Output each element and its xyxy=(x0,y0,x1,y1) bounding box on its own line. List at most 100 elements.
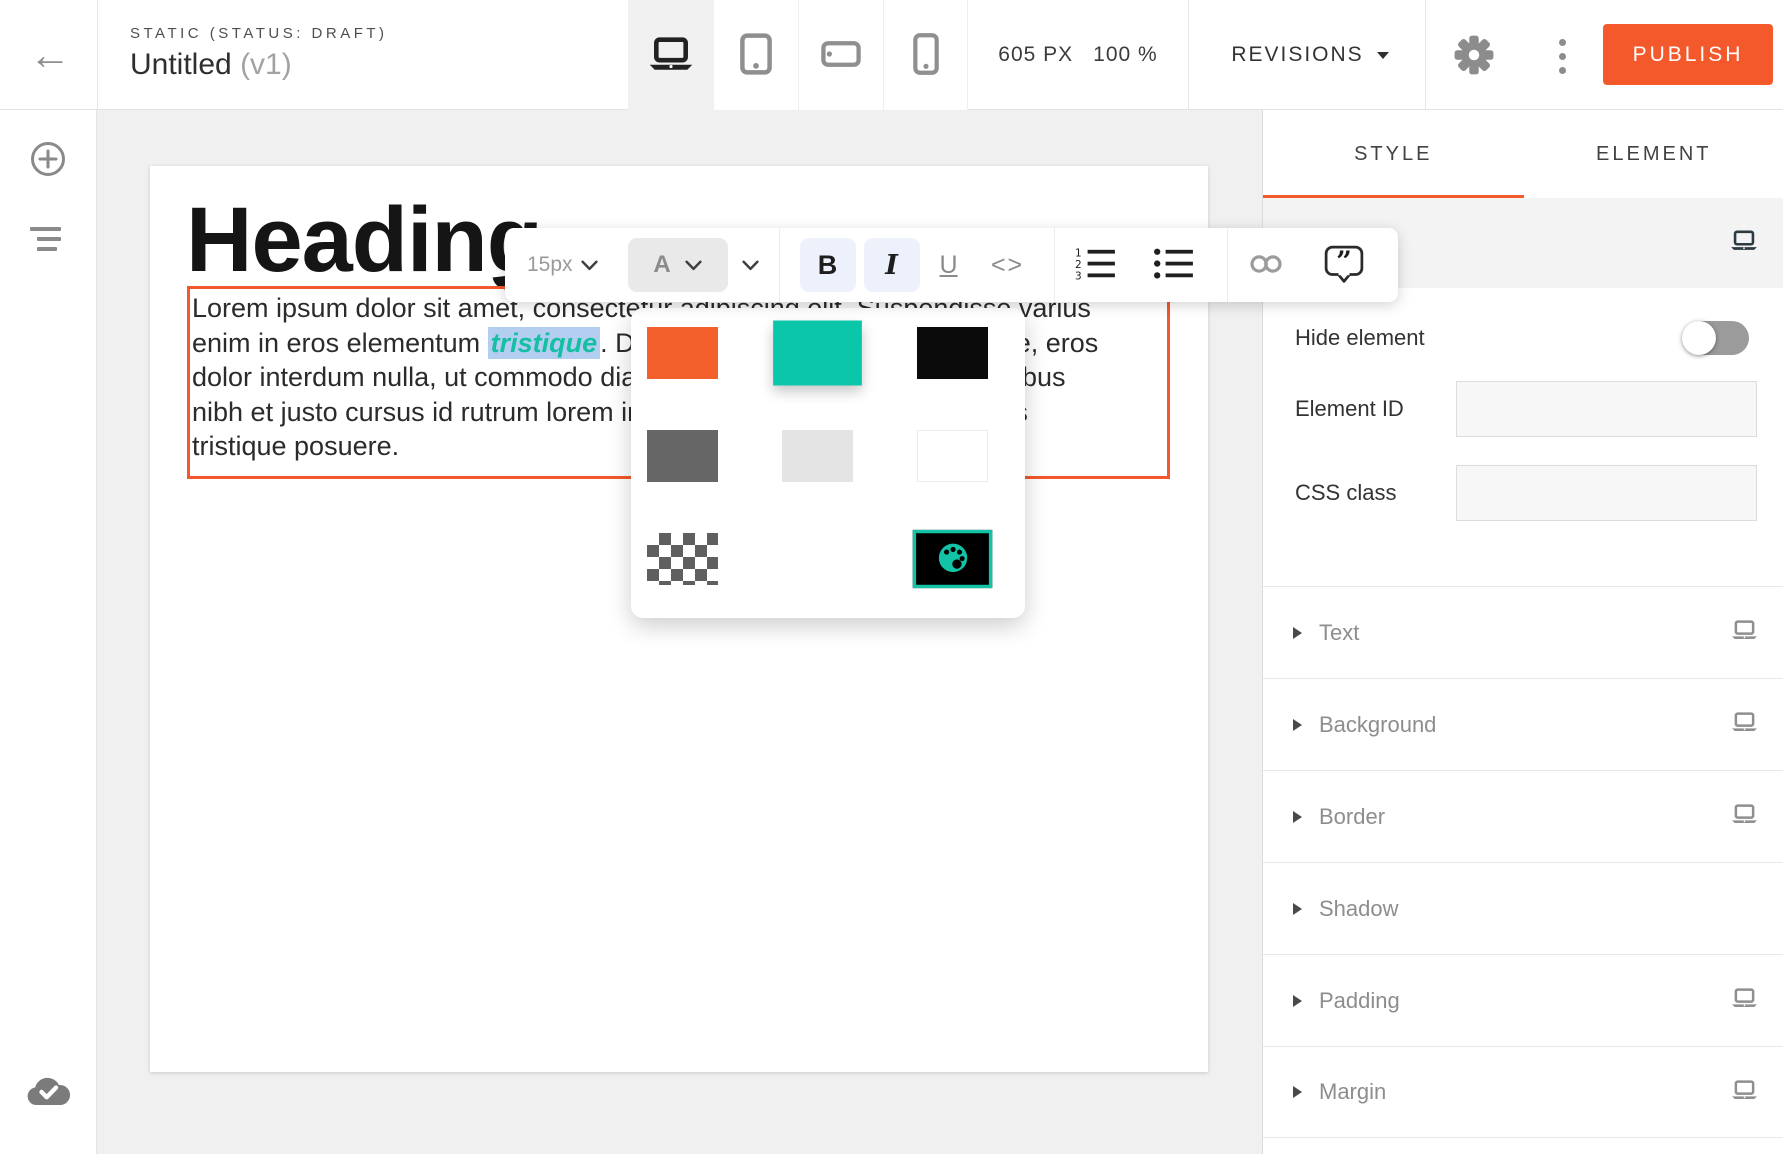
divider xyxy=(1054,228,1055,302)
color-picker-popover xyxy=(631,308,1025,618)
add-element-button[interactable] xyxy=(29,140,67,178)
canvas-size-indicator: 605 PX 100 % xyxy=(968,0,1188,110)
device-tab-desktop[interactable] xyxy=(628,0,713,110)
device-tab-tablet-portrait[interactable] xyxy=(713,0,798,110)
tablet-portrait-icon xyxy=(740,33,772,78)
divider xyxy=(1227,228,1228,302)
empty-cell xyxy=(782,533,853,585)
publish-button[interactable]: PUBLISH xyxy=(1603,24,1773,85)
color-swatch-orange[interactable] xyxy=(647,327,718,379)
heading-element[interactable]: Heading xyxy=(186,190,542,291)
svg-text:1: 1 xyxy=(1075,247,1082,259)
quote-bubble-icon: ” xyxy=(1324,245,1364,286)
text-color-dropdown[interactable]: A xyxy=(628,238,728,292)
link-button[interactable] xyxy=(1248,253,1284,278)
highlighted-word: tristique xyxy=(488,327,601,359)
page-builder-app: ← STATIC (STATUS: DRAFT) Untitled (v1) xyxy=(0,0,1783,1154)
top-bar: ← STATIC (STATUS: DRAFT) Untitled (v1) xyxy=(0,0,1783,110)
color-swatch-dark-gray[interactable] xyxy=(647,430,718,482)
ordered-list-button[interactable]: 123 xyxy=(1075,247,1117,284)
svg-text:3: 3 xyxy=(1075,270,1082,280)
section-row-padding[interactable]: Padding xyxy=(1263,954,1783,1046)
hide-element-label: Hide element xyxy=(1295,325,1683,351)
version-label: (v1) xyxy=(240,48,292,81)
unordered-list-icon xyxy=(1153,247,1195,284)
laptop-icon xyxy=(1731,1080,1758,1105)
code-button[interactable]: <> xyxy=(986,238,1030,292)
text-color-label: A xyxy=(653,251,670,279)
revisions-dropdown[interactable]: REVISIONS xyxy=(1210,0,1410,110)
kebab-icon xyxy=(1559,39,1566,46)
laptop-icon xyxy=(1731,620,1758,645)
laptop-icon xyxy=(648,37,694,74)
highlight-color-dropdown[interactable] xyxy=(742,260,759,271)
text-format-toolbar: 15px A B I U <> 123 xyxy=(505,228,1398,302)
laptop-icon xyxy=(1731,712,1758,737)
toggle-knob xyxy=(1682,321,1716,355)
section-row-background[interactable]: Background xyxy=(1263,678,1783,770)
divider xyxy=(779,228,780,302)
svg-text:”: ” xyxy=(1336,245,1352,277)
divider xyxy=(97,0,98,109)
custom-color-swatch-selected[interactable] xyxy=(913,530,993,588)
tab-style[interactable]: STYLE xyxy=(1263,110,1524,198)
bold-button[interactable]: B xyxy=(800,238,856,292)
font-size-dropdown[interactable]: 15px xyxy=(527,253,581,277)
canvas-zoom-value: 100 % xyxy=(1093,43,1158,67)
triangle-right-icon xyxy=(1293,811,1302,823)
layers-button[interactable] xyxy=(30,227,66,255)
device-tab-tablet-landscape[interactable] xyxy=(798,0,883,110)
plus-circle-icon xyxy=(29,166,67,181)
settings-button[interactable] xyxy=(1446,28,1502,84)
page-title: Untitled (v1) xyxy=(130,48,388,82)
quote-button[interactable]: ” xyxy=(1324,245,1364,286)
back-arrow-icon: ← xyxy=(29,31,71,79)
more-menu-button[interactable] xyxy=(1542,28,1582,84)
divider xyxy=(1188,0,1189,109)
triangle-right-icon xyxy=(1293,627,1302,639)
tab-element[interactable]: ELEMENT xyxy=(1524,110,1783,198)
unordered-list-button[interactable] xyxy=(1153,247,1195,284)
palette-icon xyxy=(936,541,970,578)
panel-tab-bar: STYLE ELEMENT xyxy=(1263,110,1783,198)
laptop-icon xyxy=(1731,804,1758,829)
underline-button[interactable]: U xyxy=(932,238,966,292)
svg-text:2: 2 xyxy=(1075,259,1082,271)
color-swatch-teal[interactable] xyxy=(773,321,862,386)
italic-button[interactable]: I xyxy=(864,238,920,292)
triangle-right-icon xyxy=(1293,1086,1302,1098)
back-button[interactable]: ← xyxy=(20,0,80,110)
hide-element-row: Hide element xyxy=(1263,308,1783,368)
triangle-right-icon xyxy=(1293,995,1302,1007)
color-swatch-light-gray[interactable] xyxy=(782,430,853,482)
css-class-input[interactable] xyxy=(1456,465,1757,521)
element-id-label: Element ID xyxy=(1295,396,1456,422)
caret-down-icon xyxy=(1377,52,1389,59)
tablet-landscape-icon xyxy=(821,41,861,70)
device-tab-mobile[interactable] xyxy=(883,0,968,110)
color-swatch-white[interactable] xyxy=(917,430,988,482)
link-icon xyxy=(1248,253,1284,278)
gear-icon xyxy=(1453,34,1495,79)
css-class-row: CSS class xyxy=(1263,465,1783,521)
chevron-down-icon xyxy=(685,260,702,271)
color-swatch-black[interactable] xyxy=(917,327,988,379)
hide-element-toggle[interactable] xyxy=(1683,321,1749,355)
chevron-down-icon[interactable] xyxy=(581,260,598,271)
laptop-icon xyxy=(1731,988,1758,1013)
ordered-list-icon: 123 xyxy=(1075,247,1117,284)
triangle-right-icon xyxy=(1293,903,1302,915)
section-row-margin[interactable]: Margin xyxy=(1263,1046,1783,1138)
section-row-text[interactable]: Text xyxy=(1263,586,1783,678)
css-class-label: CSS class xyxy=(1295,480,1456,506)
left-sidebar xyxy=(0,110,97,1154)
title-block: STATIC (STATUS: DRAFT) Untitled (v1) xyxy=(130,25,388,82)
triangle-right-icon xyxy=(1293,719,1302,731)
color-swatch-transparent[interactable] xyxy=(647,533,718,585)
revisions-label: REVISIONS xyxy=(1231,43,1363,67)
cloud-check-icon xyxy=(25,1094,71,1111)
section-row-shadow[interactable]: Shadow xyxy=(1263,862,1783,954)
section-row-border[interactable]: Border xyxy=(1263,770,1783,862)
status-label: STATIC (STATUS: DRAFT) xyxy=(130,25,388,42)
element-id-input[interactable] xyxy=(1456,381,1757,437)
